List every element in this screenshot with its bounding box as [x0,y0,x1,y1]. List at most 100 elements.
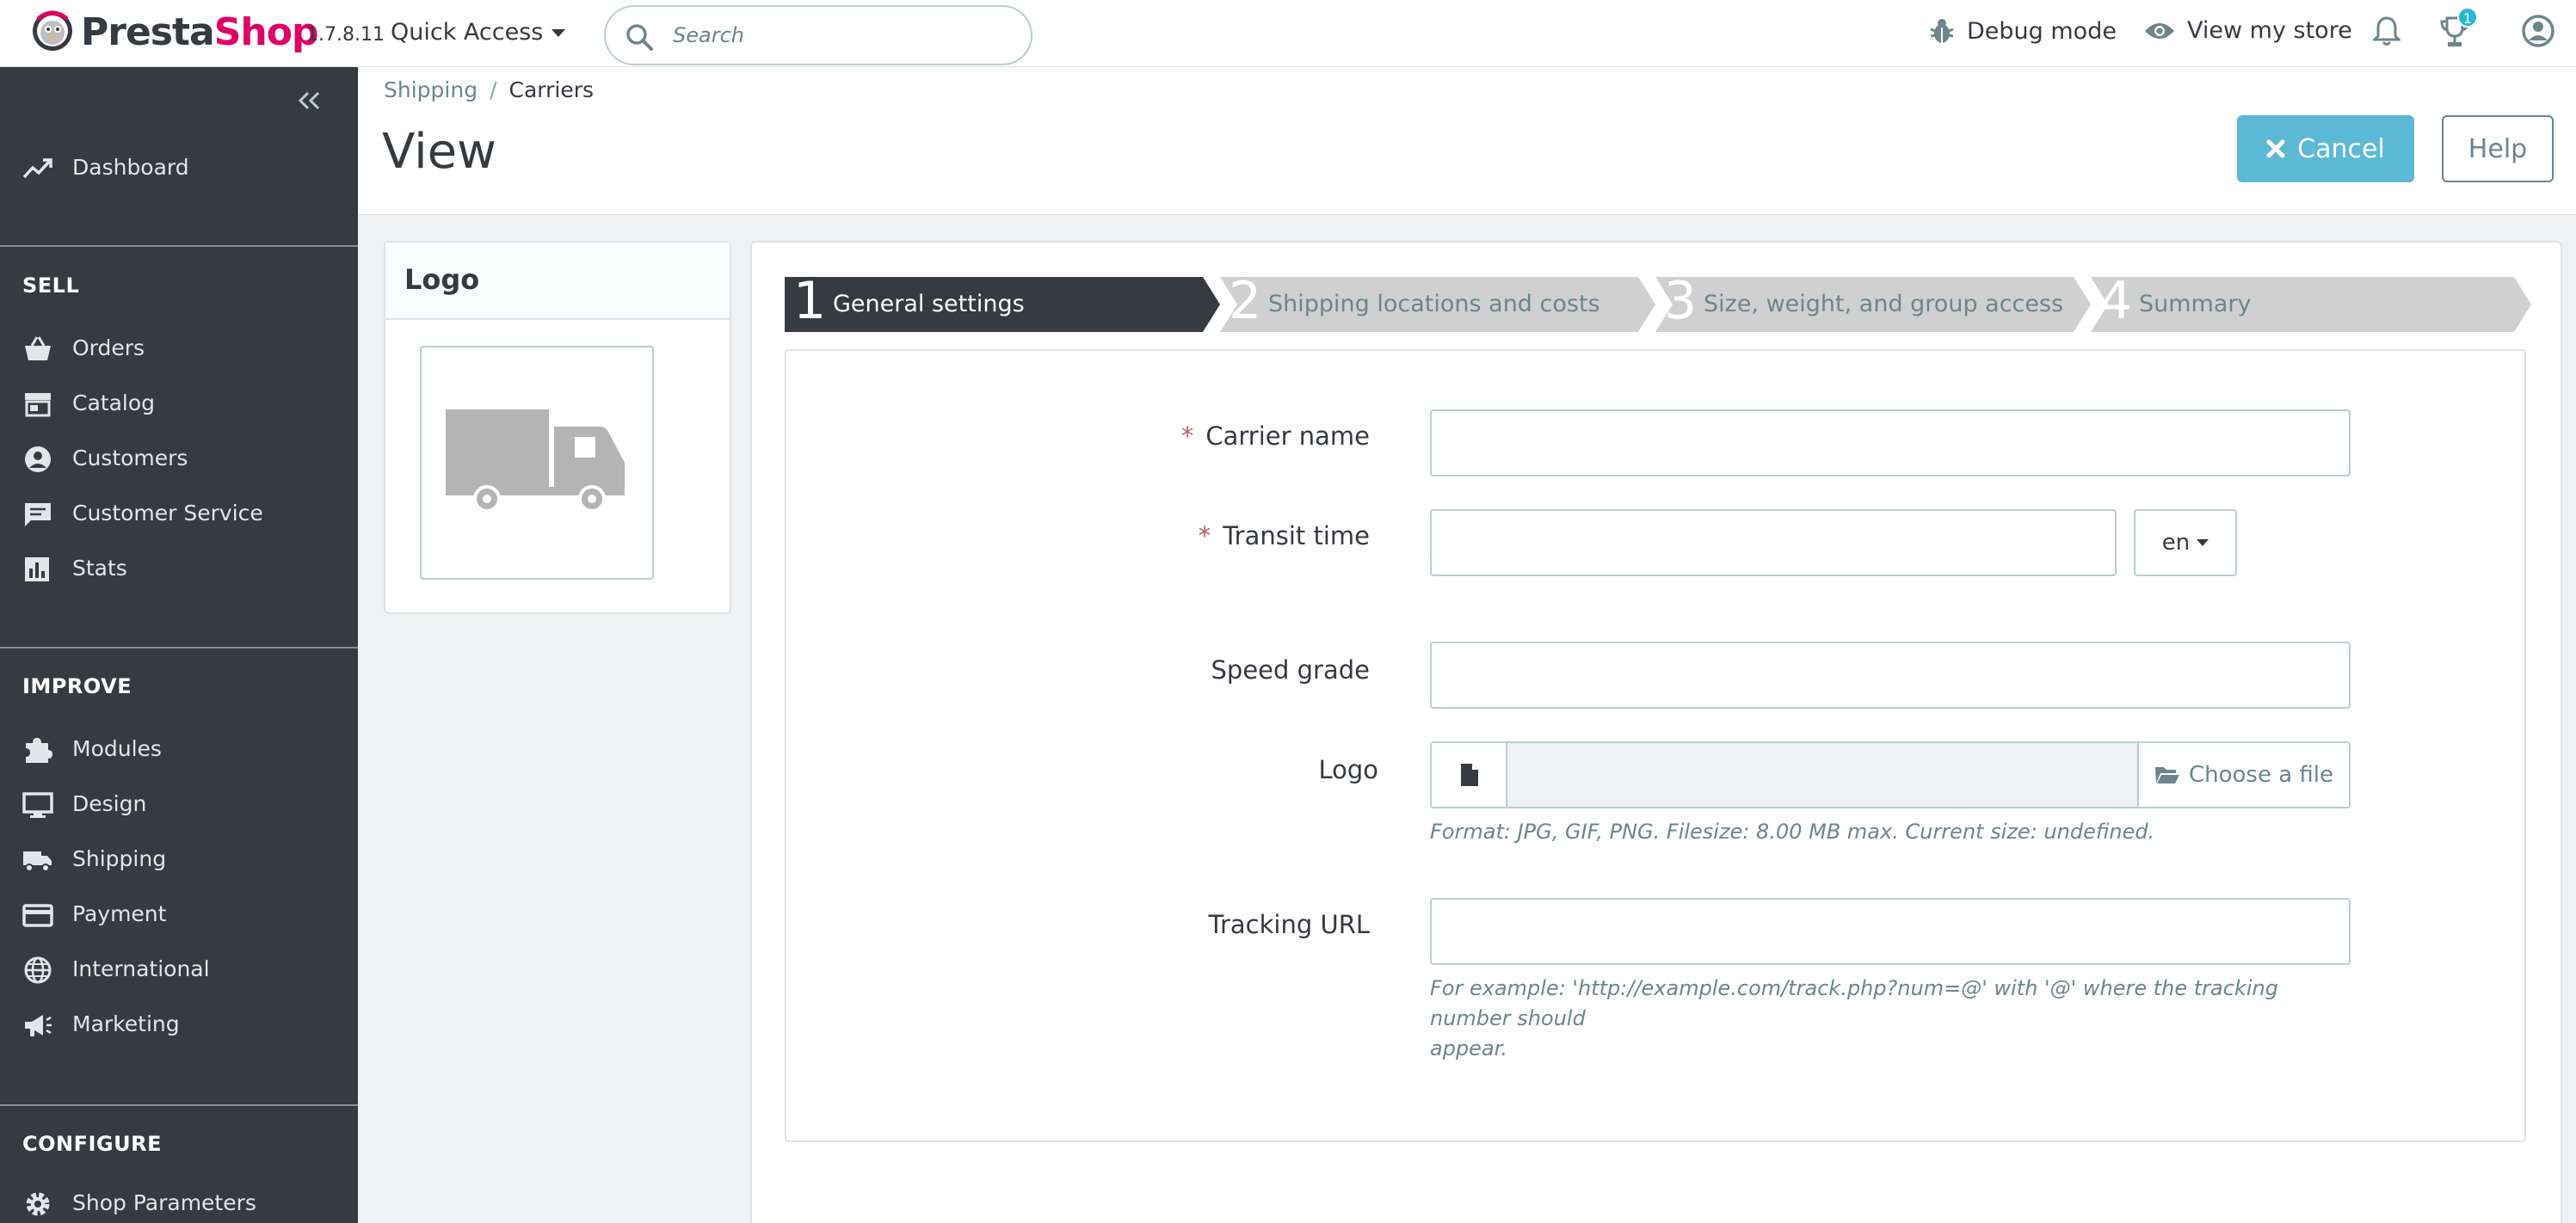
sidebar-item-shop-parameters[interactable]: Shop Parameters [0,1180,358,1223]
collapse-sidebar-icon[interactable] [296,89,324,112]
gear-icon [22,1190,53,1218]
cancel-label: Cancel [2297,133,2385,164]
bar-chart-icon [22,556,53,583]
carrier-name-label: * Carrier name [1181,421,1370,451]
carrier-name-label-text: Carrier name [1205,421,1370,451]
wizard-step-summary[interactable]: 4 Summary [2091,273,2531,332]
truck-icon [22,846,53,874]
sidebar-item-payment[interactable]: Payment [0,891,358,939]
transit-time-label-text: Transit time [1223,521,1370,550]
chat-icon [22,501,53,528]
step-number: 1 [793,271,827,331]
tracking-url-help-line: For example: 'http://example.com/track.p… [1430,976,2278,1030]
sidebar-section-configure: CONFIGURE [22,1132,162,1156]
sidebar-item-label: Payment [72,901,167,926]
required-marker: * [1198,521,1211,550]
view-my-store-link[interactable]: View my store [2144,17,2352,44]
shopping-basket-icon [22,335,53,363]
transit-time-input[interactable] [1430,509,2117,576]
wizard-step-size-weight-group[interactable]: 3 Size, weight, and group access [1655,273,2091,332]
wizard-step-shipping-locations[interactable]: 2 Shipping locations and costs [1220,273,1655,332]
step-label: Shipping locations and costs [1268,291,1600,317]
sidebar-item-shipping[interactable]: Shipping [0,836,358,884]
sidebar-item-label: International [72,956,210,981]
close-icon [2266,139,2285,158]
logo-file-upload[interactable]: Choose a file [1430,741,2351,808]
eye-icon [2144,21,2175,41]
brand-name-presta: Presta [81,10,215,54]
help-button[interactable]: Help [2442,115,2554,182]
choose-file-button[interactable]: Choose a file [2137,743,2349,807]
page-title: View [382,124,496,180]
breadcrumb-current[interactable]: Carriers [509,77,595,102]
sidebar-item-label: Marketing [72,1011,180,1036]
sidebar-item-design[interactable]: Design [0,781,358,829]
caret-down-icon [2197,539,2209,546]
quick-access-dropdown[interactable]: Quick Access [391,19,566,46]
tracking-url-label: Tracking URL [1208,910,1370,939]
prestashop-logo-icon[interactable] [31,7,74,55]
trending-up-icon [22,155,53,182]
user-account-icon[interactable] [2521,14,2555,48]
language-code: en [2161,530,2191,556]
truck-icon [446,408,628,514]
file-icon [1459,762,1480,788]
sidebar-item-label: Shop Parameters [72,1190,256,1215]
logo-label: Logo [1318,755,1378,784]
transit-time-label: * Transit time [1199,521,1370,550]
brand-name-shop: Shop [213,10,319,54]
account-circle-icon [22,446,53,473]
tracking-url-input[interactable] [1430,898,2351,965]
cancel-button[interactable]: Cancel [2237,115,2414,182]
sidebar-item-modules[interactable]: Modules [0,726,358,774]
sidebar-item-marketing[interactable]: Marketing [0,1001,358,1049]
step-label: General settings [833,291,1025,317]
sidebar-item-customer-service[interactable]: Customer Service [0,490,358,538]
sidebar-item-label: Stats [72,556,127,581]
carrier-name-input[interactable] [1430,409,2351,476]
logo-panel: Logo [384,241,731,614]
debug-mode-link[interactable]: Debug mode [1929,17,2117,45]
bell-icon[interactable] [2373,15,2400,46]
breadcrumb-separator: / [490,77,497,102]
globe-icon [22,956,53,984]
notification-badge[interactable]: 1 [2457,7,2478,28]
sidebar-item-label: Shipping [72,846,167,871]
carrier-logo-thumbnail [420,346,654,580]
sidebar-item-label: Customer Service [72,501,263,525]
sidebar-divider [0,647,358,648]
sidebar: Dashboard SELL Orders Catalog Customers … [0,67,358,1223]
tracking-url-help-line: appear. [1430,1036,1507,1060]
brand-name[interactable]: PrestaShop [81,10,319,54]
sidebar-item-label: Dashboard [72,155,189,180]
search-icon[interactable] [625,22,654,52]
sidebar-item-label: Design [72,791,147,816]
sidebar-item-customers[interactable]: Customers [0,435,358,483]
language-dropdown[interactable]: en [2134,509,2237,576]
sidebar-item-orders[interactable]: Orders [0,325,358,373]
step-number: 4 [2099,271,2133,331]
file-name-display[interactable] [1507,743,2137,807]
logo-panel-header: Logo [385,243,730,320]
search-box[interactable] [604,5,1032,65]
store-icon [22,390,53,418]
sidebar-item-stats[interactable]: Stats [0,545,358,593]
sidebar-item-label: Customers [72,446,188,470]
bug-icon [1929,17,1955,45]
search-input[interactable] [673,19,1008,52]
puzzle-icon [22,736,53,764]
credit-card-icon [22,901,53,929]
desktop-icon [22,791,53,819]
sidebar-item-catalog[interactable]: Catalog [0,380,358,428]
megaphone-icon [22,1011,53,1039]
sidebar-section-improve: IMPROVE [22,674,132,698]
step-label: Summary [2139,291,2252,317]
sidebar-divider [0,245,358,247]
choose-file-label: Choose a file [2188,762,2334,788]
step-label: Size, weight, and group access [1704,291,2064,317]
speed-grade-input[interactable] [1430,642,2351,709]
wizard-step-general-settings[interactable]: 1 General settings [785,273,1220,332]
sidebar-item-international[interactable]: International [0,946,358,994]
breadcrumb-shipping-link[interactable]: Shipping [384,77,478,102]
sidebar-item-dashboard[interactable]: Dashboard [0,144,358,193]
